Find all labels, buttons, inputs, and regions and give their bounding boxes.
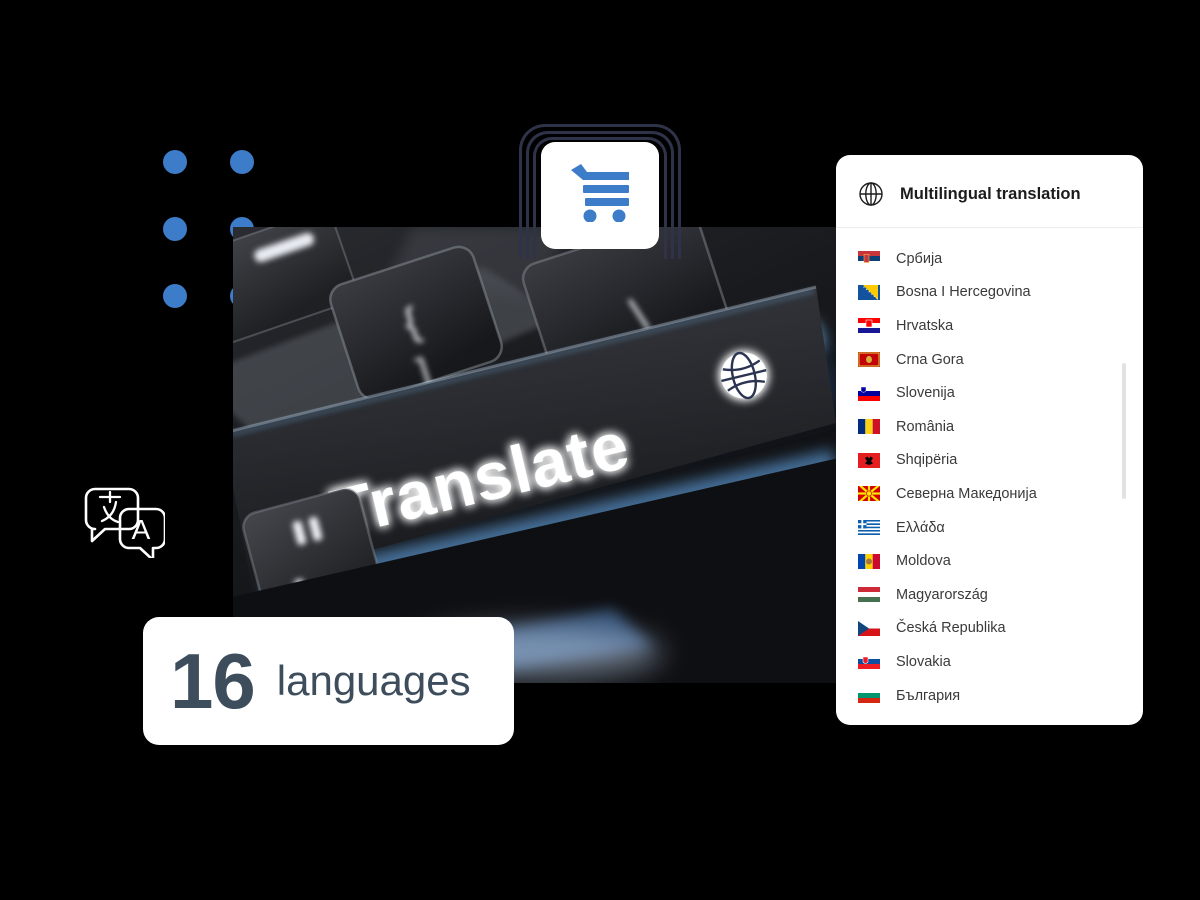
- page-root: { ] \ Translate A 16 languages Multiling…: [0, 0, 1200, 900]
- language-label: România: [896, 418, 955, 435]
- language-count-card: 16 languages: [143, 617, 514, 745]
- language-label: Ελλάδα: [896, 519, 945, 536]
- svg-text:A: A: [132, 514, 151, 545]
- panel-scrollbar-thumb[interactable]: [1122, 363, 1126, 499]
- language-list-item[interactable]: Crna Gora: [836, 343, 1143, 377]
- grid-dot: [163, 217, 187, 241]
- language-label: Česká Republika: [896, 620, 1006, 637]
- flag-icon-hu: [858, 587, 880, 603]
- language-list-item[interactable]: Slovakia: [836, 645, 1143, 679]
- language-label: България: [896, 687, 961, 704]
- language-list-item[interactable]: България: [836, 679, 1143, 713]
- language-list-item[interactable]: Ελλάδα: [836, 511, 1143, 545]
- flag-icon-mk: [855, 481, 884, 507]
- grid-dot: [163, 284, 187, 308]
- flag-icon-gr: [858, 520, 880, 536]
- language-list-item[interactable]: Česká Republika: [836, 612, 1143, 646]
- language-count-label: languages: [276, 657, 471, 704]
- flag-icon-ba: [858, 284, 880, 300]
- language-list-item[interactable]: Србија: [836, 242, 1143, 276]
- language-list-item[interactable]: Moldova: [836, 544, 1143, 578]
- grid-dot: [163, 150, 187, 174]
- language-label: Србија: [896, 250, 943, 267]
- language-label: Moldova: [896, 553, 951, 570]
- flag-icon-rs: [858, 251, 880, 267]
- language-label: Bosna I Hercegovina: [896, 284, 1031, 301]
- language-list[interactable]: Србија Bosna I Hercegovina Hrvatska Crna …: [836, 228, 1143, 725]
- flag-icon-md: [858, 553, 880, 569]
- language-list-item[interactable]: Hrvatska: [836, 309, 1143, 343]
- language-label: Hrvatska: [896, 317, 954, 334]
- language-label: Shqipëria: [896, 452, 958, 469]
- language-label: Северна Македонија: [896, 485, 1037, 502]
- language-list-item[interactable]: România: [836, 410, 1143, 444]
- shopping-cart-icon: [567, 164, 633, 227]
- language-list-item[interactable]: Slovenija: [836, 376, 1143, 410]
- translate-badge[interactable]: A: [63, 463, 185, 585]
- flag-icon-cz: [858, 620, 880, 636]
- shopping-cart-card[interactable]: [541, 142, 659, 249]
- flag-icon-sk: [858, 654, 880, 670]
- translate-icon: A: [83, 486, 167, 563]
- flag-icon-si: [858, 385, 880, 401]
- panel-header: Multilingual translation: [836, 155, 1143, 228]
- language-list-item[interactable]: Bosna I Hercegovina: [836, 276, 1143, 310]
- language-list-item[interactable]: Magyarország: [836, 578, 1143, 612]
- flag-icon-al: [858, 452, 880, 468]
- grid-dot: [230, 150, 254, 174]
- flag-icon-bg: [858, 688, 880, 704]
- language-label: Slovakia: [896, 653, 951, 670]
- panel-title: Multilingual translation: [900, 184, 1081, 203]
- language-label: Slovenija: [896, 385, 955, 402]
- language-count-number: 16: [170, 637, 256, 725]
- translate-key-photo: { ] \ Translate: [233, 227, 836, 683]
- language-label: Magyarország: [896, 586, 988, 603]
- language-list-item[interactable]: Северна Македонија: [836, 477, 1143, 511]
- language-list-item[interactable]: Shqipëria: [836, 444, 1143, 478]
- multilingual-translation-panel: Multilingual translation Србија Bosna I …: [836, 155, 1143, 725]
- flag-icon-ro: [858, 419, 880, 435]
- language-label: Crna Gora: [896, 351, 964, 368]
- flag-icon-me: [858, 352, 880, 368]
- flag-icon-hr: [858, 318, 880, 334]
- globe-icon: [858, 181, 884, 207]
